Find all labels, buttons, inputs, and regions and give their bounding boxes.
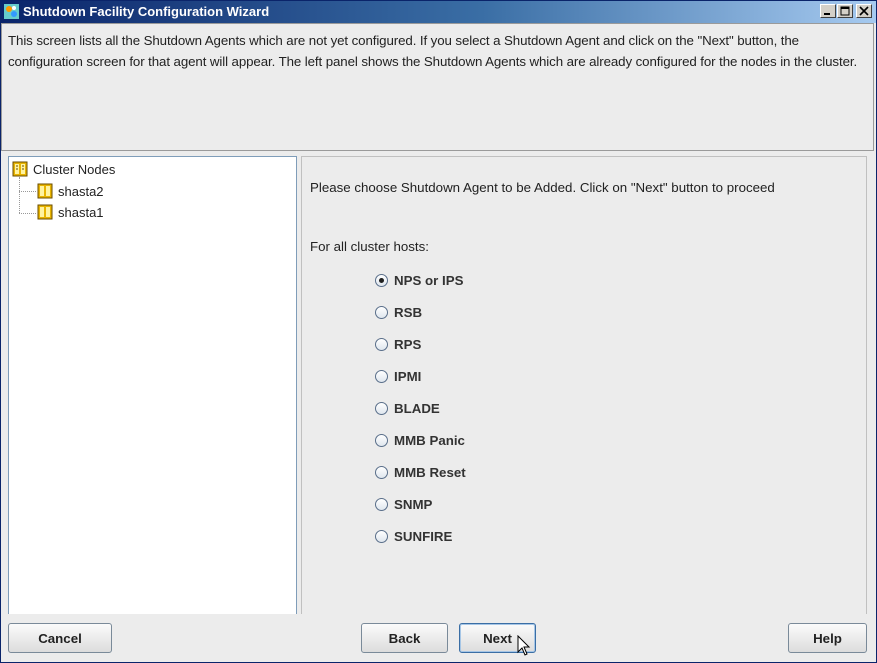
tree-connector — [19, 213, 36, 214]
description-text: This screen lists all the Shutdown Agent… — [1, 23, 874, 151]
maximize-icon — [840, 6, 850, 16]
maximize-button[interactable] — [837, 4, 853, 18]
wizard-window: Shutdown Facility Configuration Wizard T… — [0, 0, 877, 663]
book-icon — [12, 161, 28, 177]
radio-icon — [375, 370, 388, 383]
minimize-button[interactable] — [820, 4, 836, 18]
tree-node-label: shasta1 — [58, 204, 104, 220]
radio-rsb[interactable]: RSB — [375, 305, 422, 320]
tree-node-shasta1[interactable]: shasta1 — [37, 204, 104, 220]
radio-label: SNMP — [394, 497, 433, 512]
radio-label: RPS — [394, 337, 422, 352]
radio-rps[interactable]: RPS — [375, 337, 421, 352]
close-icon — [859, 6, 869, 16]
minimize-icon — [824, 13, 830, 15]
radio-selected-icon — [375, 274, 388, 287]
book-icon — [37, 204, 53, 220]
radio-ipmi[interactable]: IPMI — [375, 369, 421, 384]
instruction-text: Please choose Shutdown Agent to be Added… — [310, 180, 775, 195]
tree-node-shasta2[interactable]: shasta2 — [37, 183, 104, 199]
button-bar: Cancel Back Next Help — [1, 614, 876, 662]
radio-icon — [375, 338, 388, 351]
radio-label: MMB Panic — [394, 433, 465, 448]
radio-label: IPMI — [394, 369, 422, 384]
radio-label: BLADE — [394, 401, 440, 416]
cluster-app-icon — [4, 4, 19, 19]
tree-connector — [19, 191, 36, 192]
radio-label: NPS or IPS — [394, 273, 464, 288]
radio-blade[interactable]: BLADE — [375, 401, 440, 416]
radio-sunfire[interactable]: SUNFIRE — [375, 529, 452, 544]
radio-icon — [375, 306, 388, 319]
radio-nps-or-ips[interactable]: NPS or IPS — [375, 273, 463, 288]
hosts-label: For all cluster hosts: — [310, 239, 429, 254]
radio-label: MMB Reset — [394, 465, 466, 480]
tree-node-label: shasta2 — [58, 183, 104, 199]
radio-icon — [375, 434, 388, 447]
tree-connector — [19, 177, 20, 213]
tree-root-cluster-nodes[interactable]: Cluster Nodes — [12, 161, 115, 177]
radio-mmb-panic[interactable]: MMB Panic — [375, 433, 465, 448]
close-button[interactable] — [856, 4, 872, 18]
radio-mmb-reset[interactable]: MMB Reset — [375, 465, 466, 480]
cluster-tree[interactable]: Cluster Nodes shasta2 shasta1 — [8, 156, 297, 636]
radio-label: SUNFIRE — [394, 529, 453, 544]
agent-selection-panel: Please choose Shutdown Agent to be Added… — [301, 156, 867, 636]
book-icon — [37, 183, 53, 199]
radio-icon — [375, 530, 388, 543]
radio-label: RSB — [394, 305, 423, 320]
title-bar[interactable]: Shutdown Facility Configuration Wizard — [1, 1, 876, 23]
tree-root-label: Cluster Nodes — [33, 161, 116, 177]
radio-snmp[interactable]: SNMP — [375, 497, 432, 512]
radio-icon — [375, 466, 388, 479]
radio-icon — [375, 402, 388, 415]
back-button[interactable]: Back — [361, 623, 448, 653]
cancel-button[interactable]: Cancel — [8, 623, 112, 653]
window-title: Shutdown Facility Configuration Wizard — [23, 4, 270, 19]
help-button[interactable]: Help — [788, 623, 867, 653]
mouse-cursor-icon — [517, 635, 531, 656]
radio-icon — [375, 498, 388, 511]
